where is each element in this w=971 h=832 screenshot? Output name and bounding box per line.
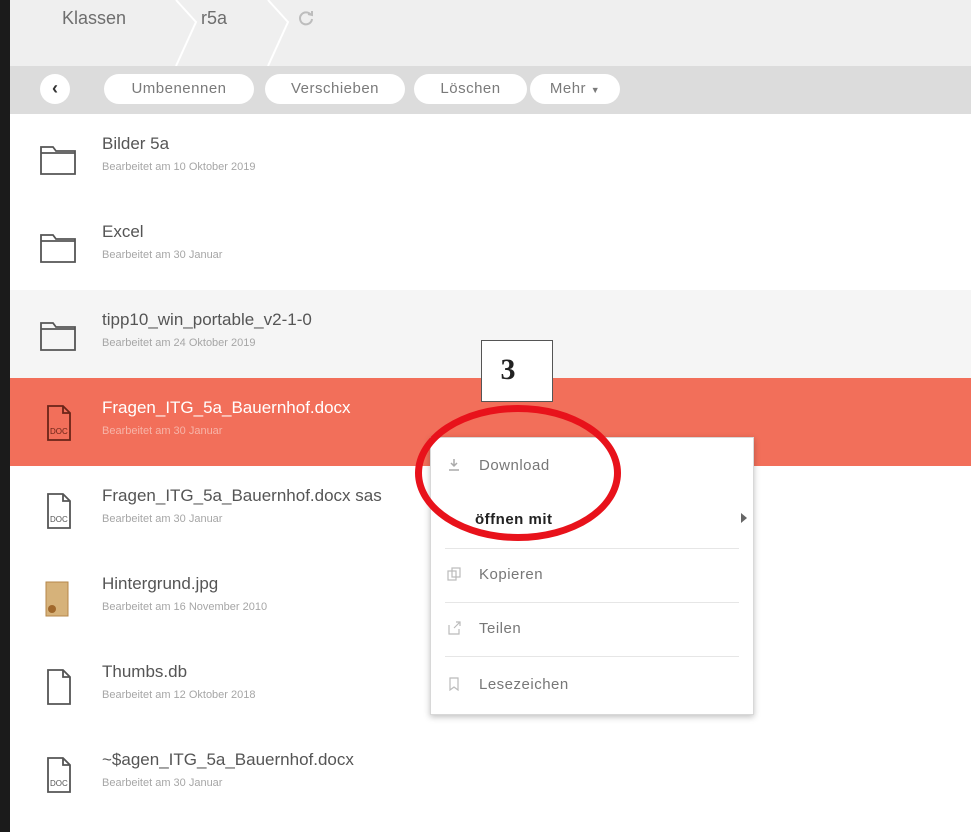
- file-row[interactable]: DOC ~$agen_ITG_5a_Bauernhof.docx Bearbei…: [10, 730, 971, 818]
- image-thumbnail-icon: [45, 581, 69, 617]
- back-button[interactable]: ‹: [40, 74, 70, 104]
- folder-icon: [40, 322, 76, 351]
- more-button[interactable]: Mehr ▼: [530, 74, 620, 104]
- breadcrumb: Klassen r5a: [10, 0, 971, 66]
- file-row[interactable]: Excel Bearbeitet am 30 Januar: [10, 202, 971, 290]
- move-button[interactable]: Verschieben: [265, 74, 405, 104]
- file-name: tipp10_win_portable_v2-1-0: [102, 310, 312, 329]
- file-icon: [47, 669, 71, 705]
- menu-label: Kopieren: [479, 566, 544, 583]
- svg-text:DOC: DOC: [50, 779, 68, 788]
- file-name: Excel: [102, 222, 144, 241]
- file-name: ~$agen_ITG_5a_Bauernhof.docx: [102, 750, 354, 769]
- svg-text:DOC: DOC: [50, 427, 68, 436]
- copy-icon: [447, 567, 461, 581]
- doc-icon: DOC: [47, 493, 71, 529]
- caret-down-icon: ▼: [590, 85, 601, 95]
- svg-text:DOC: DOC: [50, 515, 68, 524]
- breadcrumb-separator-icon: [175, 0, 198, 66]
- file-name: Fragen_ITG_5a_Bauernhof.docx: [102, 398, 351, 417]
- refresh-icon[interactable]: [297, 9, 315, 27]
- menu-item-copy[interactable]: Kopieren: [431, 549, 753, 601]
- file-meta: Bearbeitet am 10 Oktober 2019: [102, 161, 256, 173]
- file-meta: Bearbeitet am 30 Januar: [102, 425, 223, 437]
- submenu-arrow-icon: [741, 513, 747, 523]
- bookmark-icon: [449, 677, 459, 691]
- menu-label: Lesezeichen: [479, 676, 569, 693]
- doc-icon: DOC: [47, 757, 71, 793]
- file-meta: Bearbeitet am 24 Oktober 2019: [102, 337, 256, 349]
- share-icon: [448, 621, 461, 635]
- doc-icon: DOC: [47, 405, 71, 441]
- file-name: Hintergrund.jpg: [102, 574, 219, 593]
- step-number: 3: [500, 353, 516, 386]
- more-label: Mehr: [549, 80, 587, 97]
- breadcrumb-separator-icon: [267, 0, 290, 66]
- menu-item-share[interactable]: Teilen: [431, 603, 753, 655]
- left-edge-bar: [0, 0, 22, 832]
- rename-button[interactable]: Umbenennen: [104, 74, 254, 104]
- file-name: Bilder 5a: [102, 134, 170, 153]
- folder-icon: [40, 234, 76, 263]
- menu-divider: [445, 656, 739, 657]
- step-number-annotation: 3: [481, 340, 553, 402]
- breadcrumb-klassen[interactable]: Klassen: [62, 8, 126, 29]
- file-name: Fragen_ITG_5a_Bauernhof.docx sas: [102, 486, 382, 505]
- action-toolbar: ‹ Umbenennen Verschieben Löschen Mehr ▼: [10, 66, 971, 114]
- file-meta: Bearbeitet am 30 Januar: [102, 777, 223, 789]
- file-name: Thumbs.db: [102, 662, 188, 681]
- file-meta: Bearbeitet am 30 Januar: [102, 513, 223, 525]
- file-meta: Bearbeitet am 30 Januar: [102, 249, 223, 261]
- highlight-ring-annotation: [415, 405, 621, 541]
- folder-icon: [40, 146, 76, 175]
- file-meta: Bearbeitet am 16 November 2010: [102, 601, 268, 613]
- file-meta: Bearbeitet am 12 Oktober 2018: [102, 689, 256, 701]
- delete-button[interactable]: Löschen: [414, 74, 527, 104]
- breadcrumb-r5a[interactable]: r5a: [201, 8, 227, 29]
- file-row[interactable]: Bilder 5a Bearbeitet am 10 Oktober 2019: [10, 114, 971, 202]
- menu-item-bookmark[interactable]: Lesezeichen: [431, 659, 753, 711]
- menu-label: Teilen: [479, 620, 522, 637]
